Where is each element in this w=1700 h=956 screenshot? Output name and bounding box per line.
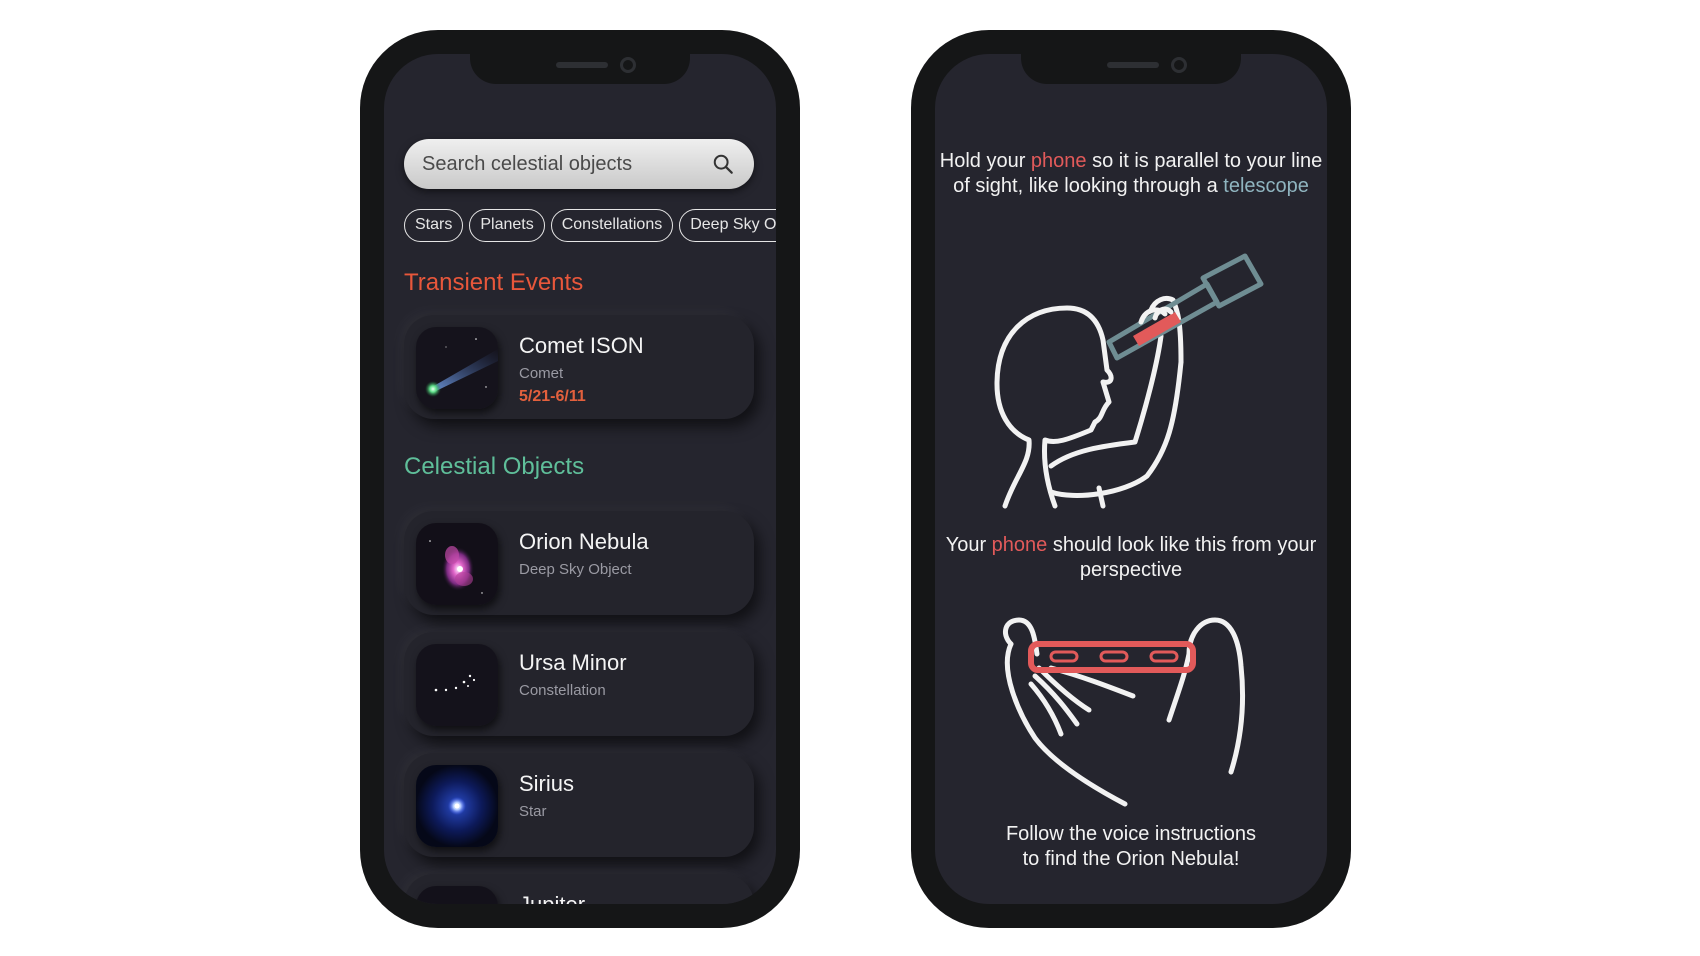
phone-highlight: phone [1030,150,1087,172]
phone-browse: Search celestial objects Stars Planets Con… [360,30,800,928]
event-dates: 5/21-6/11 [519,388,586,405]
telescope-pose-illustration [994,253,1264,509]
camera [620,57,636,73]
filter-chips: StarsPlanetsConstellationsDeep Sky Objec… [404,209,776,245]
event-card-comet-ison[interactable]: Comet ISON Comet 5/21-6/11 [404,315,754,419]
filter-chip-constellations[interactable]: Constellations [550,209,674,242]
nebula-thumbnail [416,523,498,605]
event-type: Comet [519,365,564,382]
event-name: Comet ISON [519,333,644,358]
phone-highlight: phone [991,534,1048,556]
object-name: Ursa Minor [519,650,627,675]
object-type: Constellation [519,682,606,699]
instruction-step-3: Follow the voice instructions to find th… [1005,823,1257,870]
search-input[interactable]: Search celestial objects [422,153,632,176]
browse-screen: Search celestial objects Stars Planets Con… [384,54,776,904]
object-card-jupiter[interactable]: Jupiter Planet [404,874,754,904]
transient-events-heading: Transient Events [404,269,584,296]
comet-thumbnail [416,327,498,409]
search-icon[interactable] [712,153,734,175]
object-card-ursa-minor[interactable]: Ursa Minor Constellation [404,632,754,736]
hand-holding-phone-illustration [1002,617,1246,807]
search-bar[interactable]: Search celestial objects [404,139,754,189]
object-type: Deep Sky Object [519,561,632,578]
notch [470,54,690,84]
object-card-sirius[interactable]: Sirius Star [404,753,754,857]
object-name: Sirius [519,771,575,796]
object-card-orion-nebula[interactable]: Orion Nebula Deep Sky Object [404,511,754,615]
phone-instructions: Hold your phone so it is parallel to you… [911,30,1351,928]
speaker [556,62,608,68]
celestial-objects-heading: Celestial Objects [404,453,585,480]
object-name: Orion Nebula [519,529,649,554]
filter-chip-deep-sky[interactable]: Deep Sky Objects [679,209,776,242]
instruction-step-1: Hold your phone so it is parallel to you… [939,150,1323,197]
instruction-step-2: Your phone should look like this from yo… [945,534,1317,581]
planet-thumbnail [416,886,498,904]
instructions-screen: Hold your phone so it is parallel to you… [935,54,1327,904]
filter-chip-planets[interactable]: Planets [469,209,545,242]
object-name: Jupiter [519,892,585,904]
object-type: Star [519,803,547,820]
telescope-highlight: telescope [1223,175,1309,197]
star-thumbnail [416,765,498,847]
speaker [1107,62,1159,68]
filter-chip-stars[interactable]: Stars [404,209,464,242]
camera [1171,57,1187,73]
constellation-thumbnail [416,644,498,726]
notch [1021,54,1241,84]
